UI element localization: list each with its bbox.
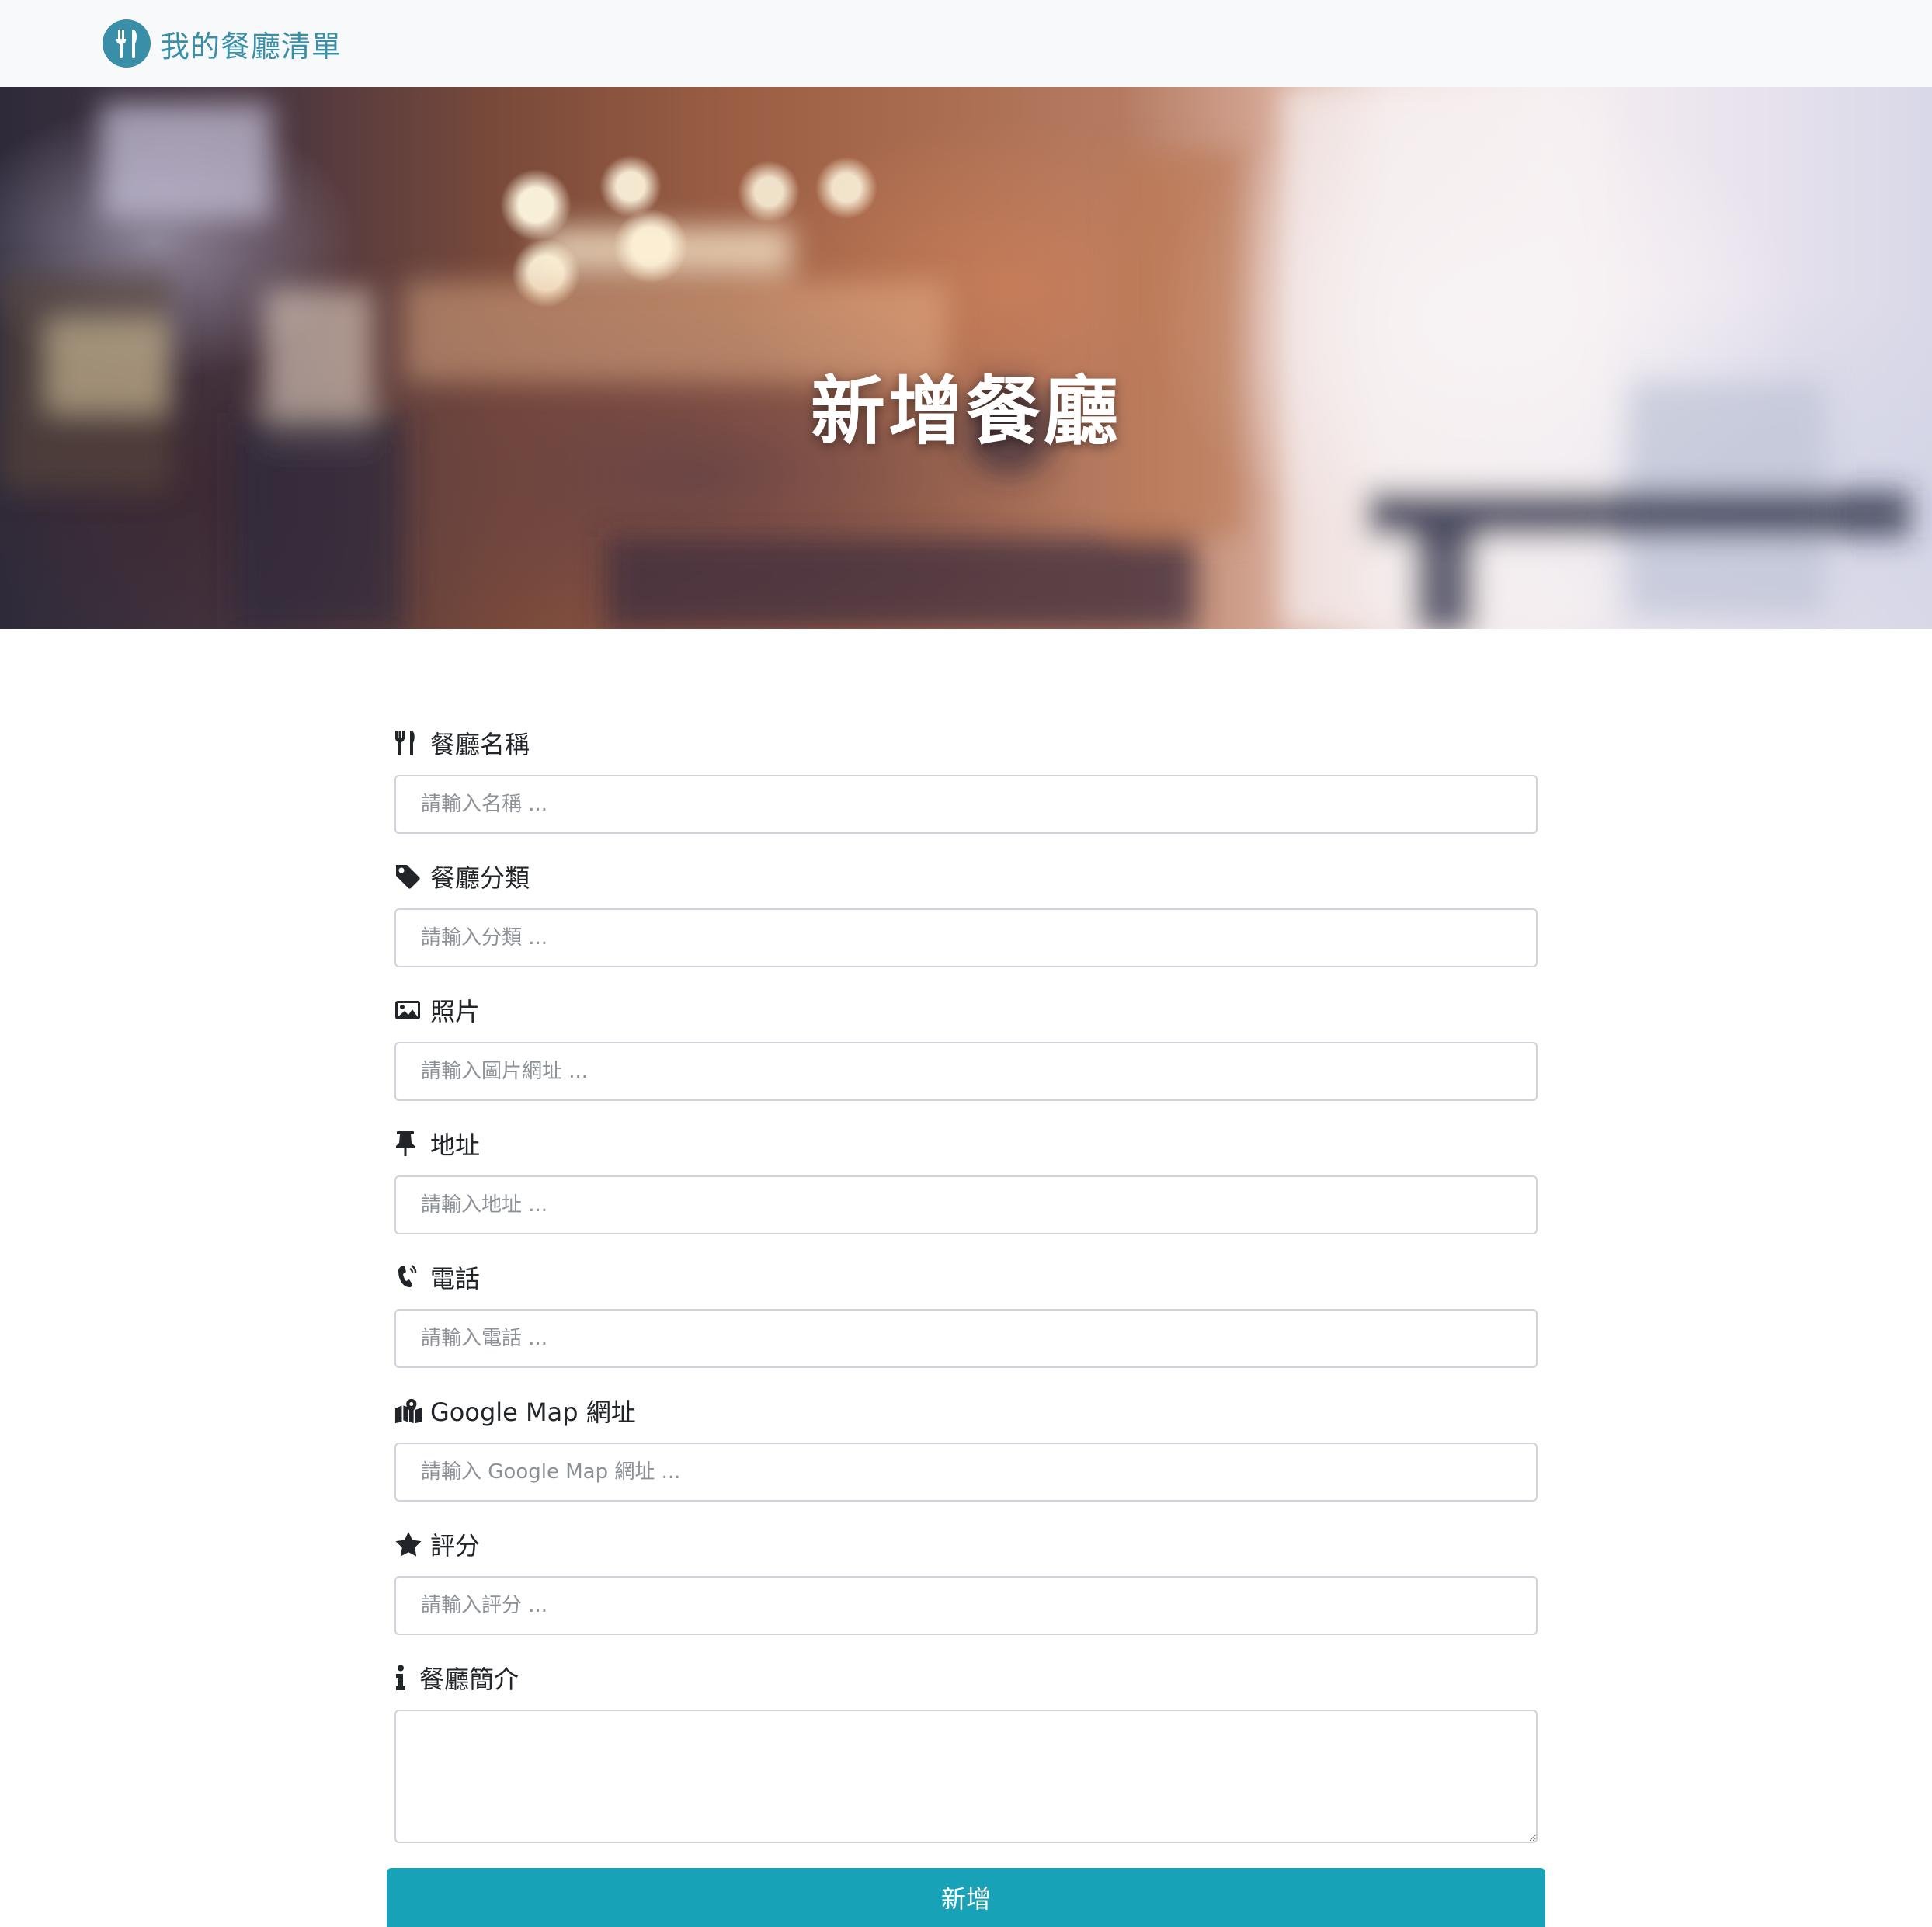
image-url-input[interactable]	[394, 1042, 1538, 1101]
field-label-text: Google Map 網址	[430, 1398, 636, 1427]
field-label-rating: 評分	[394, 1523, 1538, 1565]
tag-icon	[394, 861, 422, 892]
field-label-description: 餐廳簡介	[394, 1657, 1538, 1699]
field-label-name: 餐廳名稱	[394, 722, 1538, 764]
star-icon	[394, 1529, 422, 1560]
google-map-url-input[interactable]	[394, 1443, 1538, 1502]
submit-button[interactable]: 新增	[387, 1868, 1545, 1927]
page-title: 新增餐廳	[811, 367, 1121, 455]
field-label-text: 電話	[430, 1264, 481, 1293]
field-label-text: 餐廳分類	[430, 863, 530, 893]
utensils-icon	[394, 727, 422, 759]
field-label-image: 照片	[394, 989, 1538, 1031]
info-icon	[394, 1662, 412, 1693]
field-label-text: 餐廳名稱	[430, 730, 530, 759]
field-label-address: 地址	[394, 1123, 1538, 1165]
thumbtack-icon	[394, 1128, 422, 1159]
category-input[interactable]	[394, 908, 1538, 967]
map-marked-icon	[394, 1395, 422, 1426]
field-label-text: 餐廳簡介	[419, 1665, 519, 1694]
phone-volume-icon	[394, 1262, 422, 1293]
address-input[interactable]	[394, 1175, 1538, 1234]
field-label-google-map: Google Map 網址	[394, 1390, 1538, 1432]
field-label-text: 地址	[430, 1130, 481, 1160]
brand-title[interactable]: 我的餐廳清單	[160, 23, 342, 65]
utensils-icon[interactable]	[103, 19, 151, 68]
field-label-text: 評分	[430, 1531, 481, 1561]
field-label-category: 餐廳分類	[394, 856, 1538, 898]
phone-input[interactable]	[394, 1309, 1538, 1368]
image-icon	[394, 995, 422, 1026]
rating-input[interactable]	[394, 1576, 1538, 1635]
field-label-phone: 電話	[394, 1256, 1538, 1298]
navbar: 我的餐廳清單	[0, 0, 1932, 87]
description-textarea[interactable]	[394, 1710, 1538, 1843]
banner-image: 新增餐廳	[0, 87, 1932, 629]
name-input[interactable]	[394, 775, 1538, 834]
restaurant-form: 餐廳名稱 餐廳分類 照片	[394, 722, 1538, 1843]
field-label-text: 照片	[430, 997, 481, 1026]
